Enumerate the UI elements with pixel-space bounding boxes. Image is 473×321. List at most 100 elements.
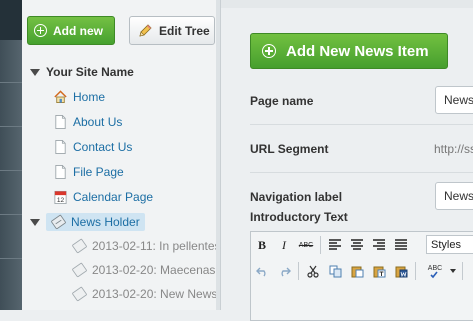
toolbar-separator [320, 236, 321, 254]
add-new-label: Add new [53, 23, 103, 38]
plus-circle-icon [34, 24, 47, 37]
selected-node: News Holder [46, 213, 145, 231]
paste-text-icon [373, 266, 385, 277]
navigation-label-label: Navigation label [250, 190, 343, 204]
news-item-icon [72, 262, 87, 278]
styles-dropdown[interactable]: Styles [426, 235, 473, 254]
align-right-button[interactable] [369, 235, 389, 255]
tree-child-item[interactable]: 2013-02-20: New News [72, 284, 217, 304]
menu-divider [0, 82, 22, 83]
site-tree-panel: Add new Edit Tree Your Site Name Home Ab… [22, 0, 241, 310]
paste-word-icon [395, 266, 407, 277]
edit-tree-button[interactable]: Edit Tree [129, 16, 215, 45]
tree-child-label: 2013-02-20: Maecenas [92, 263, 216, 277]
tree-item-label: About Us [73, 115, 123, 129]
paste-button[interactable] [347, 261, 367, 281]
bold-button[interactable]: B [252, 235, 272, 255]
align-left-icon [329, 239, 341, 250]
chevron-down-icon [450, 269, 456, 273]
copy-button[interactable] [325, 261, 345, 281]
main-header-strip [221, 0, 473, 8]
expand-arrow-icon[interactable] [30, 68, 40, 76]
redo-button[interactable] [274, 261, 294, 281]
tree-child-item[interactable]: 2013-02-20: Maecenas [72, 260, 215, 280]
paste-text-button[interactable] [369, 261, 389, 281]
menu-divider [0, 126, 22, 127]
field-divider [250, 124, 473, 125]
tree-item-calendar-page[interactable]: 12 Calendar Page [53, 187, 153, 207]
page-icon [55, 140, 66, 154]
intro-text-label: Introductory Text [250, 210, 348, 224]
copy-icon [329, 265, 341, 277]
align-justify-button[interactable] [391, 235, 411, 255]
spellcheck-label: ABC [427, 264, 443, 272]
spellcheck-button[interactable]: ABC [420, 261, 446, 281]
tree-item-label: File Page [73, 165, 124, 179]
align-left-button[interactable] [325, 235, 345, 255]
page-icon [55, 165, 66, 179]
spellcheck-dropdown[interactable] [448, 261, 458, 281]
align-right-icon [373, 239, 385, 250]
tree-item-label: Contact Us [73, 140, 133, 154]
expand-arrow-icon[interactable] [30, 218, 40, 226]
scissors-icon [307, 265, 319, 278]
menu-divider [0, 258, 22, 259]
undo-icon [255, 267, 266, 277]
toolbar-separator [298, 262, 299, 280]
url-segment-value: http://ss [434, 142, 473, 156]
navigation-label-input[interactable]: News [435, 182, 473, 210]
tree-root-label: Your Site Name [46, 65, 134, 79]
editor-toolbar-row-2: ABC [251, 258, 473, 284]
news-icon [51, 214, 66, 230]
cut-button[interactable] [303, 261, 323, 281]
edit-tree-label: Edit Tree [159, 23, 210, 38]
redo-icon [280, 267, 291, 277]
cms-menu-header [0, 0, 22, 40]
page-name-input[interactable]: News [435, 86, 473, 114]
plus-circle-icon [262, 44, 276, 58]
rich-text-editor[interactable]: B I ABC Styles ABC [250, 231, 473, 321]
menu-divider [0, 214, 22, 215]
add-new-button[interactable]: Add new [27, 16, 115, 45]
add-news-item-label: Add New News Item [286, 42, 429, 60]
svg-text:12: 12 [57, 197, 65, 204]
calendar-icon: 12 [54, 190, 67, 204]
news-item-icon [72, 286, 87, 302]
add-new-news-item-button[interactable]: Add New News Item [250, 33, 448, 69]
home-icon [54, 90, 67, 103]
align-center-icon [351, 239, 363, 250]
align-center-button[interactable] [347, 235, 367, 255]
navigation-label-value: News [444, 189, 473, 203]
styles-dropdown-value: Styles [431, 238, 461, 251]
check-icon [430, 271, 438, 279]
field-divider [250, 172, 473, 173]
page-name-label: Page name [250, 94, 314, 108]
tree-item-label: Home [73, 90, 106, 104]
tree-root[interactable]: Your Site Name [30, 62, 134, 82]
tree-item-file-page[interactable]: File Page [53, 162, 124, 182]
edit-form: Add New News Item Page name News URL Seg… [221, 0, 473, 321]
cms-menu-strip [0, 0, 22, 310]
italic-button[interactable]: I [274, 235, 294, 255]
strikethrough-button[interactable]: ABC [296, 235, 316, 255]
menu-divider [0, 170, 22, 171]
tree-item-label: News Holder [71, 215, 140, 229]
toolbar-separator [415, 262, 416, 280]
page-icon [55, 115, 66, 129]
paste-word-button[interactable] [391, 261, 411, 281]
toolbar-separator [462, 262, 463, 280]
tree-item-news-holder[interactable]: News Holder [30, 212, 145, 232]
pencil-icon [139, 23, 152, 37]
news-item-icon [72, 238, 87, 254]
editor-toolbar-row-1: B I ABC Styles [251, 232, 473, 258]
tree-item-home[interactable]: Home [53, 87, 105, 107]
tree-child-label: 2013-02-20: New News [92, 287, 218, 301]
tree-item-about-us[interactable]: About Us [53, 112, 122, 132]
panel-resize-handle[interactable] [216, 0, 220, 310]
tree-item-label: Calendar Page [73, 190, 154, 204]
undo-button[interactable] [252, 261, 272, 281]
url-segment-label: URL Segment [250, 142, 329, 156]
paste-icon [351, 266, 363, 277]
tree-item-contact-us[interactable]: Contact Us [53, 137, 132, 157]
align-justify-icon [395, 239, 407, 250]
